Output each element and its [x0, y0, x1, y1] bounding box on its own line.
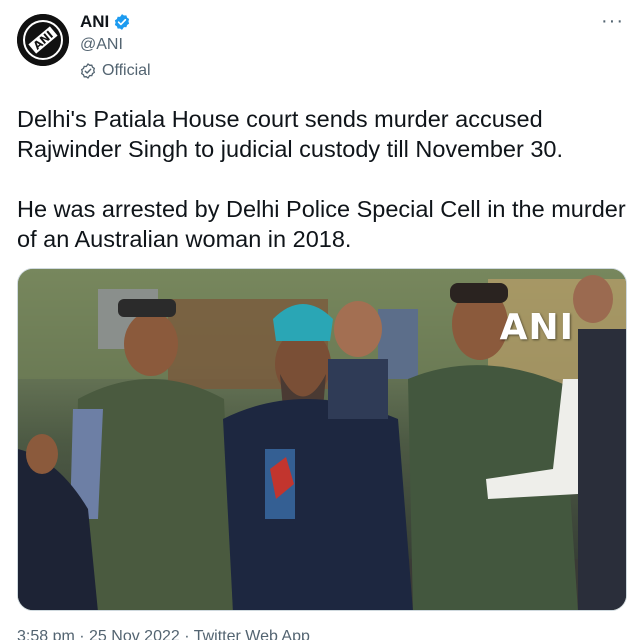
official-label-icon [80, 63, 96, 79]
tweet-media-image[interactable]: ANI [17, 268, 627, 611]
media-watermark: ANI [499, 307, 574, 348]
tweet-timestamp[interactable]: 3:58 pm · 25 Nov 2022 · Twitter Web App [17, 628, 310, 640]
official-label-text: Official [102, 62, 151, 79]
ani-logo-icon: ANI [17, 14, 69, 66]
more-options-icon[interactable]: ··· [601, 10, 624, 33]
official-label: Official [80, 62, 151, 80]
verified-badge-icon [113, 13, 131, 31]
tweet-paragraph-2: He was arrested by Delhi Police Special … [17, 196, 626, 252]
tweet-paragraph-1: Delhi's Patiala House court sends murder… [17, 106, 563, 162]
avatar[interactable]: ANI [17, 14, 69, 66]
tweet-text: Delhi's Patiala House court sends murder… [17, 104, 627, 254]
account-handle[interactable]: @ANI [80, 36, 123, 54]
display-name[interactable]: ANI [80, 12, 109, 32]
account-name-row: ANI [80, 12, 131, 32]
